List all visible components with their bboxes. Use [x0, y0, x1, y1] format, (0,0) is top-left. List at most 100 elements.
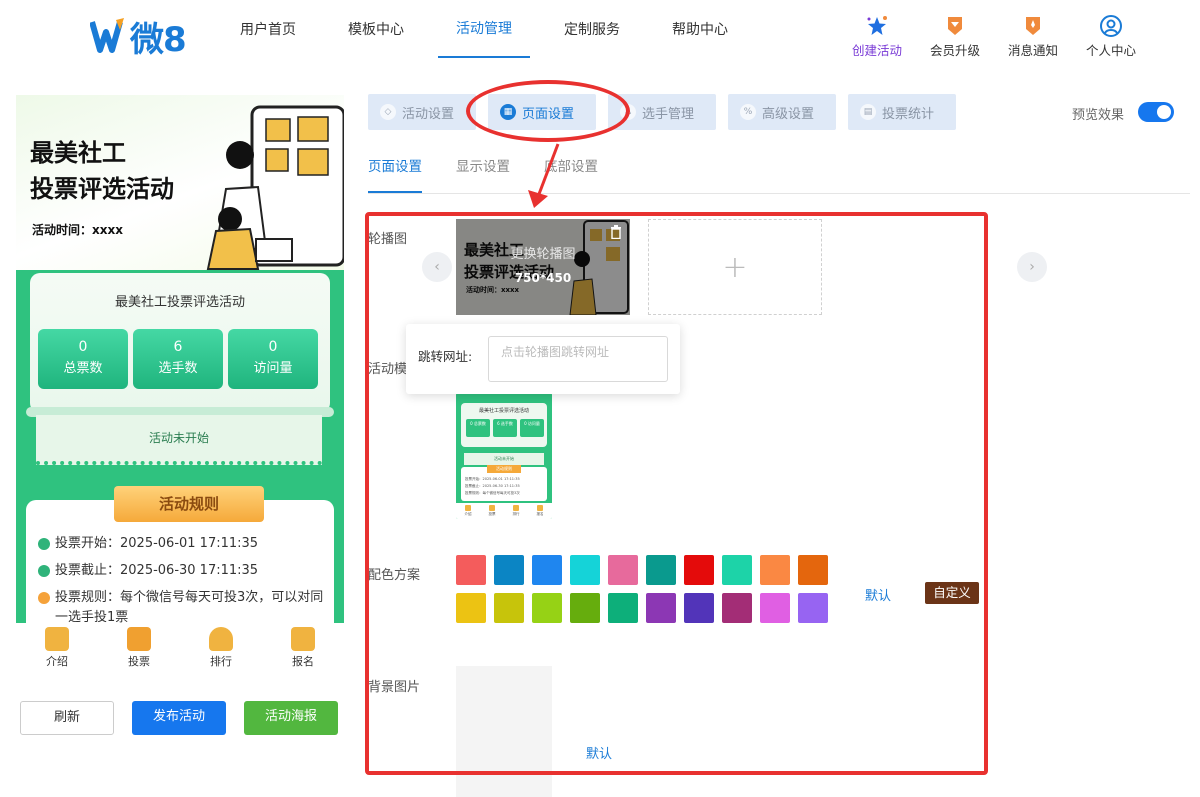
preview-toggle[interactable] — [1138, 102, 1174, 122]
color-swatch-12[interactable] — [494, 593, 524, 623]
create-activity-button[interactable]: 创建活动 — [838, 14, 916, 59]
step-page-settings[interactable]: ▦ 页面设置 — [488, 94, 596, 130]
color-swatch-7[interactable] — [684, 555, 714, 585]
color-swatch-17[interactable] — [684, 593, 714, 623]
rules-title: 活动规则 — [114, 486, 264, 522]
color-swatch-16[interactable] — [646, 593, 676, 623]
nav-help[interactable]: 帮助中心 — [654, 0, 746, 58]
nav-home[interactable]: 用户首页 — [222, 0, 314, 58]
rules-card: 活动规则 投票开始：2025-06-01 17:11:35 投票截止：2025-… — [26, 486, 334, 623]
carousel-image[interactable]: 最美社工 投票评选活动 活动时间：xxxx 更换轮播图 750*450 — [456, 219, 630, 315]
background-default-button[interactable]: 默认 — [586, 743, 612, 762]
tab-ranking[interactable]: 排行 — [180, 623, 262, 675]
carousel-next-button[interactable]: › — [1017, 252, 1047, 282]
color-swatch-18[interactable] — [722, 593, 752, 623]
carousel-prev-button[interactable]: ‹ — [422, 252, 452, 282]
background-image-upload[interactable] — [456, 666, 552, 797]
personal-center-label: 个人中心 — [1085, 43, 1136, 58]
main-nav: 用户首页 模板中心 活动管理 定制服务 帮助中心 — [222, 0, 762, 72]
settings-steps: ◇ 活动设置 ▦ 页面设置 ♙ 选手管理 % 高级设置 ▤ 投票统计 — [368, 94, 968, 130]
tt-tabs: 介绍 投票 排行 报名 — [456, 503, 552, 519]
jump-url-label: 跳转网址: — [418, 349, 473, 364]
activity-poster-button[interactable]: 活动海报 — [244, 701, 338, 735]
step-activity-settings[interactable]: ◇ 活动设置 — [368, 94, 476, 130]
personal-center-button[interactable]: 个人中心 — [1072, 14, 1150, 59]
replace-carousel-button[interactable]: 更换轮播图 — [456, 243, 630, 262]
color-swatch-5[interactable] — [608, 555, 638, 585]
tt-rules: 活动规则 投票开始：2025-06-01 17:11:35 投票截止：2025-… — [461, 465, 547, 501]
tt-stat: 6 选手数 — [493, 419, 517, 437]
phone-preview: 最美社工 投票评选活动 活动时间：xxxx 最美社工投票评选活动 0 总票数 6 — [16, 95, 344, 623]
logo-w-icon — [90, 18, 124, 53]
color-swatch-11[interactable] — [456, 593, 486, 623]
page-icon: ▦ — [500, 104, 516, 120]
color-swatch-13[interactable] — [532, 593, 562, 623]
shield-icon: ◇ — [380, 104, 396, 120]
nav-templates[interactable]: 模板中心 — [330, 0, 422, 58]
activity-title: 最美社工投票评选活动 — [114, 295, 245, 310]
step-vote-statistics[interactable]: ▤ 投票统计 — [848, 94, 956, 130]
bell-badge-icon — [1021, 14, 1045, 38]
create-activity-label: 创建活动 — [851, 43, 902, 58]
stars-icon — [865, 14, 889, 38]
member-upgrade-button[interactable]: 会员升级 — [916, 14, 994, 59]
vote-icon — [127, 627, 151, 651]
color-swatch-8[interactable] — [722, 555, 752, 585]
step-advanced-settings[interactable]: % 高级设置 — [728, 94, 836, 130]
jump-url-popover: 跳转网址: — [406, 324, 680, 394]
clock-icon — [38, 565, 50, 577]
poster-time: 活动时间：xxxx — [32, 223, 123, 237]
color-swatch-19[interactable] — [760, 593, 790, 623]
color-swatch-1[interactable] — [456, 555, 486, 585]
template-thumbnail[interactable]: 最美社工投票评选活动 0 总票数 6 选手数 0 访问量 活动未开始 活动规则 … — [456, 393, 552, 519]
activity-summary-card: 最美社工投票评选活动 0 总票数 6 选手数 0 访问量 — [30, 273, 330, 413]
activity-poster: 最美社工 投票评选活动 活动时间：xxxx — [16, 95, 344, 270]
member-upgrade-label: 会员升级 — [929, 43, 980, 58]
color-scheme-label: 配色方案 — [368, 568, 421, 583]
color-swatch-4[interactable] — [570, 555, 600, 585]
add-carousel-button[interactable]: + — [648, 219, 822, 315]
rule-end: 投票截止：2025-06-30 17:11:35 — [38, 561, 258, 581]
trophy-icon — [209, 627, 233, 651]
color-default-button[interactable]: 默认 — [865, 585, 891, 604]
tab-signup[interactable]: 报名 — [262, 623, 344, 675]
subtab-page-settings[interactable]: 页面设置 — [368, 150, 422, 193]
refresh-button[interactable]: 刷新 — [20, 701, 114, 735]
color-swatch-20[interactable] — [798, 593, 828, 623]
color-swatch-2[interactable] — [494, 555, 524, 585]
intro-icon — [45, 627, 69, 651]
rule-voting: 投票规则：每个微信号每天可投3次，可以对同一选手投1票 — [38, 588, 328, 623]
nav-custom-service[interactable]: 定制服务 — [546, 0, 638, 58]
color-swatch-9[interactable] — [760, 555, 790, 585]
color-swatch-6[interactable] — [646, 555, 676, 585]
logo[interactable]: 微8 — [90, 14, 187, 60]
top-header: 微8 用户首页 模板中心 活动管理 定制服务 帮助中心 创建活动 会员升级 消息… — [0, 0, 1200, 72]
color-custom-button[interactable]: 自定义 — [925, 582, 979, 604]
subtab-footer-settings[interactable]: 底部设置 — [544, 150, 598, 193]
nav-activity-management[interactable]: 活动管理 — [438, 0, 530, 58]
header-actions: 创建活动 会员升级 消息通知 个人中心 — [838, 14, 1150, 59]
tab-vote[interactable]: 投票 — [98, 623, 180, 675]
notifications-button[interactable]: 消息通知 — [994, 14, 1072, 59]
color-swatch-14[interactable] — [570, 593, 600, 623]
jump-url-input[interactable] — [488, 336, 668, 382]
color-swatch-3[interactable] — [532, 555, 562, 585]
color-swatch-15[interactable] — [608, 593, 638, 623]
color-swatches — [456, 555, 836, 631]
tt-status: 活动未开始 — [464, 453, 544, 465]
stat-contestants: 6 选手数 — [133, 329, 223, 389]
chevron-left-icon: ‹ — [434, 259, 440, 275]
phone-tabbar: 介绍 投票 排行 报名 — [16, 623, 344, 675]
publish-activity-button[interactable]: 发布活动 — [132, 701, 226, 735]
preview-toggle-label: 预览效果 — [1072, 108, 1125, 123]
tab-intro[interactable]: 介绍 — [16, 623, 98, 675]
user-icon: ♙ — [620, 104, 636, 120]
step-contestant-management[interactable]: ♙ 选手管理 — [608, 94, 716, 130]
subtab-display-settings[interactable]: 显示设置 — [456, 150, 510, 193]
trash-icon[interactable] — [610, 225, 622, 239]
activity-status: 活动未开始 — [36, 415, 322, 465]
color-swatch-10[interactable] — [798, 555, 828, 585]
rule-start: 投票开始：2025-06-01 17:11:35 — [38, 534, 258, 554]
info-icon — [38, 592, 50, 604]
background-image-label: 背景图片 — [368, 680, 421, 695]
